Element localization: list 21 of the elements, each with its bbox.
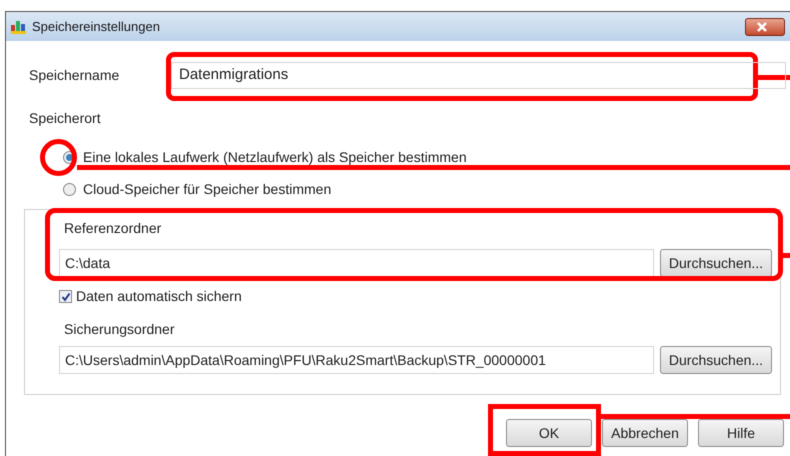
field-label: Referenzordner [64, 219, 162, 238]
checkbox[interactable] [59, 290, 72, 303]
section-label: Speicherort [29, 109, 102, 128]
browse-button[interactable]: Durchsuchen... [660, 346, 772, 374]
dialog-button[interactable]: Hilfe [698, 419, 784, 447]
name-field[interactable]: Datenmigrations [171, 62, 786, 89]
folder-field[interactable]: C:\Users\admin\AppData\Roaming\PFU\Raku2Smart\Backup\STR_00000001 [59, 346, 654, 374]
field-label: Sicherungsordner [64, 320, 176, 339]
close-icon [756, 22, 768, 32]
checkbox-label: Daten automatisch sichern [76, 287, 242, 306]
close-button[interactable] [744, 18, 785, 36]
browse-button[interactable]: Durchsuchen... [660, 249, 772, 277]
folder-field[interactable]: C:\data [59, 249, 654, 277]
app-icon [10, 18, 28, 34]
dialog-button[interactable]: OK [506, 419, 592, 447]
dialog-button[interactable]: Abbrechen [602, 419, 688, 447]
window-title: Speichereinstellungen [32, 18, 160, 36]
radio-label: Eine lokales Laufwerk (Netzlaufwerk) als Speicher bestimmen [83, 149, 467, 165]
field-label: Speichername [29, 66, 120, 85]
radio-button[interactable] [63, 182, 76, 196]
radio-label: Cloud-Speicher für Speicher bestimmen [83, 181, 332, 197]
